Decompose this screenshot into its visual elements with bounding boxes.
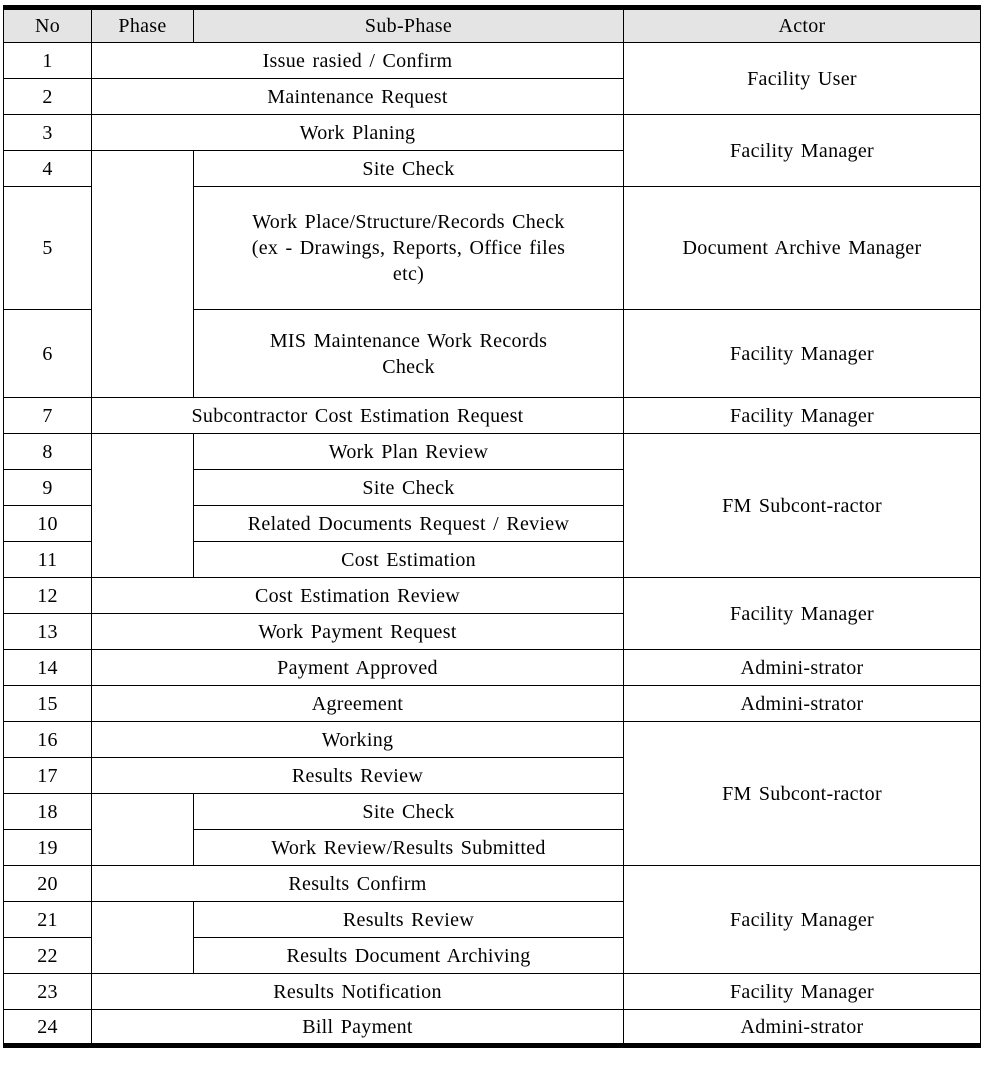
cell-no: 5 (3, 186, 92, 310)
cell-actor: Document Archive Manager (623, 186, 981, 310)
process-table: No Phase Sub-Phase Actor 1 Issue rasied /… (3, 5, 981, 1048)
cell-no: 23 (3, 973, 92, 1010)
column-header-phase: Phase (91, 7, 194, 43)
cell-phase (91, 793, 194, 866)
cell-actor: Facility Manager (623, 309, 981, 398)
cell-sub-phase: Maintenance Request (91, 78, 624, 115)
cell-sub-phase: Site Check (193, 150, 624, 187)
table-header: No Phase Sub-Phase Actor (3, 7, 981, 43)
table-row: 1 Issue rasied / Confirm Facility User (3, 42, 981, 115)
cell-no: 4 (3, 150, 92, 187)
cell-sub-phase: Cost Estimation Review (91, 577, 624, 614)
cell-no: 11 (3, 541, 92, 578)
cell-actor: Facility Manager (623, 865, 981, 974)
cell-sub-phase: Site Check (193, 469, 624, 506)
cell-no: 16 (3, 721, 92, 758)
cell-actor: Facility Manager (623, 397, 981, 434)
cell-no: 12 (3, 577, 92, 614)
table-row: 3 Work Planing Facility Manager (3, 114, 981, 187)
cell-actor: FM Subcont-ractor (623, 433, 981, 578)
cell-sub-phase: Payment Approved (91, 649, 624, 686)
cell-actor: Facility Manager (623, 114, 981, 187)
cell-actor: Facility Manager (623, 577, 981, 650)
cell-actor: Facility Manager (623, 973, 981, 1010)
cell-no: 15 (3, 685, 92, 722)
table-row: 16 Working FM Subcont-ractor (3, 721, 981, 866)
header-row: No Phase Sub-Phase Actor (3, 7, 981, 43)
cell-sub-phase: Work Review/Results Submitted (193, 829, 624, 866)
cell-sub-phase: Work Payment Request (91, 613, 624, 650)
cell-no: 7 (3, 397, 92, 434)
cell-no: 21 (3, 901, 92, 938)
table-row: 12 Cost Estimation Review Facility Manager (3, 577, 981, 650)
cell-sub-phase: Cost Estimation (193, 541, 624, 578)
column-header-sub-phase: Sub-Phase (193, 7, 624, 43)
cell-sub-phase: Results Review (193, 901, 624, 938)
cell-no: 13 (3, 613, 92, 650)
table-row: 7 Subcontractor Cost Estimation Request Fa… (3, 397, 981, 434)
cell-sub-phase: MIS Maintenance Work Records Check (193, 309, 624, 398)
cell-no: 6 (3, 309, 92, 398)
cell-sub-phase: Work Plan Review (193, 433, 624, 470)
table-row: 15 Agreement Admini-strator (3, 685, 981, 722)
table-row: 20 Results Confirm Facility Manager (3, 865, 981, 974)
cell-sub-phase: Results Notification (91, 973, 624, 1010)
cell-sub-phase: Issue rasied / Confirm (91, 42, 624, 79)
cell-sub-phase: Work Place/Structure/Records Check (ex - … (193, 186, 624, 310)
column-header-no: No (3, 7, 92, 43)
cell-no: 3 (3, 114, 92, 151)
table-row: 24 Bill Payment Admini-strator (3, 1009, 981, 1046)
cell-sub-phase: Results Document Archiving (193, 937, 624, 974)
table-body: 1 Issue rasied / Confirm Facility User 2 Mai… (3, 42, 981, 1046)
cell-no: 9 (3, 469, 92, 506)
cell-sub-phase: Agreement (91, 685, 624, 722)
table-row: 8 Work Plan Review FM Subcont-ractor (3, 433, 981, 578)
cell-actor: Facility User (623, 42, 981, 115)
cell-sub-phase: Working (91, 721, 624, 758)
cell-actor: Admini-strator (623, 685, 981, 722)
cell-phase (91, 150, 194, 398)
cell-no: 17 (3, 757, 92, 794)
cell-no: 24 (3, 1009, 92, 1046)
cell-no: 18 (3, 793, 92, 830)
cell-sub-phase: Results Confirm (91, 865, 624, 902)
document-page: No Phase Sub-Phase Actor 1 Issue rasied /… (0, 5, 983, 1084)
cell-phase (91, 901, 194, 974)
cell-sub-phase: Bill Payment (91, 1009, 624, 1046)
cell-no: 2 (3, 78, 92, 115)
cell-no: 10 (3, 505, 92, 542)
sub-phase-line: Check (382, 355, 435, 378)
table-row: 14 Payment Approved Admini-strator (3, 649, 981, 686)
cell-sub-phase: Work Planing (91, 114, 624, 151)
cell-no: 8 (3, 433, 92, 470)
cell-actor: Admini-strator (623, 1009, 981, 1046)
cell-sub-phase: Site Check (193, 793, 624, 830)
cell-no: 14 (3, 649, 92, 686)
cell-no: 1 (3, 42, 92, 79)
sub-phase-line: MIS Maintenance Work Records (269, 329, 548, 352)
column-header-actor: Actor (623, 7, 981, 43)
table-row: 23 Results Notification Facility Manager (3, 973, 981, 1010)
cell-no: 22 (3, 937, 92, 974)
cell-sub-phase: Subcontractor Cost Estimation Request (91, 397, 624, 434)
cell-no: 20 (3, 865, 92, 902)
sub-phase-line: (ex - Drawings, Reports, Office files (251, 237, 566, 259)
cell-sub-phase: Related Documents Request / Review (193, 505, 624, 542)
cell-phase (91, 433, 194, 578)
cell-no: 19 (3, 829, 92, 866)
cell-sub-phase: Results Review (91, 757, 624, 794)
cell-actor: FM Subcont-ractor (623, 721, 981, 866)
sub-phase-line: Work Place/Structure/Records Check (252, 211, 565, 233)
sub-phase-line: etc) (392, 263, 425, 285)
cell-actor: Admini-strator (623, 649, 981, 686)
